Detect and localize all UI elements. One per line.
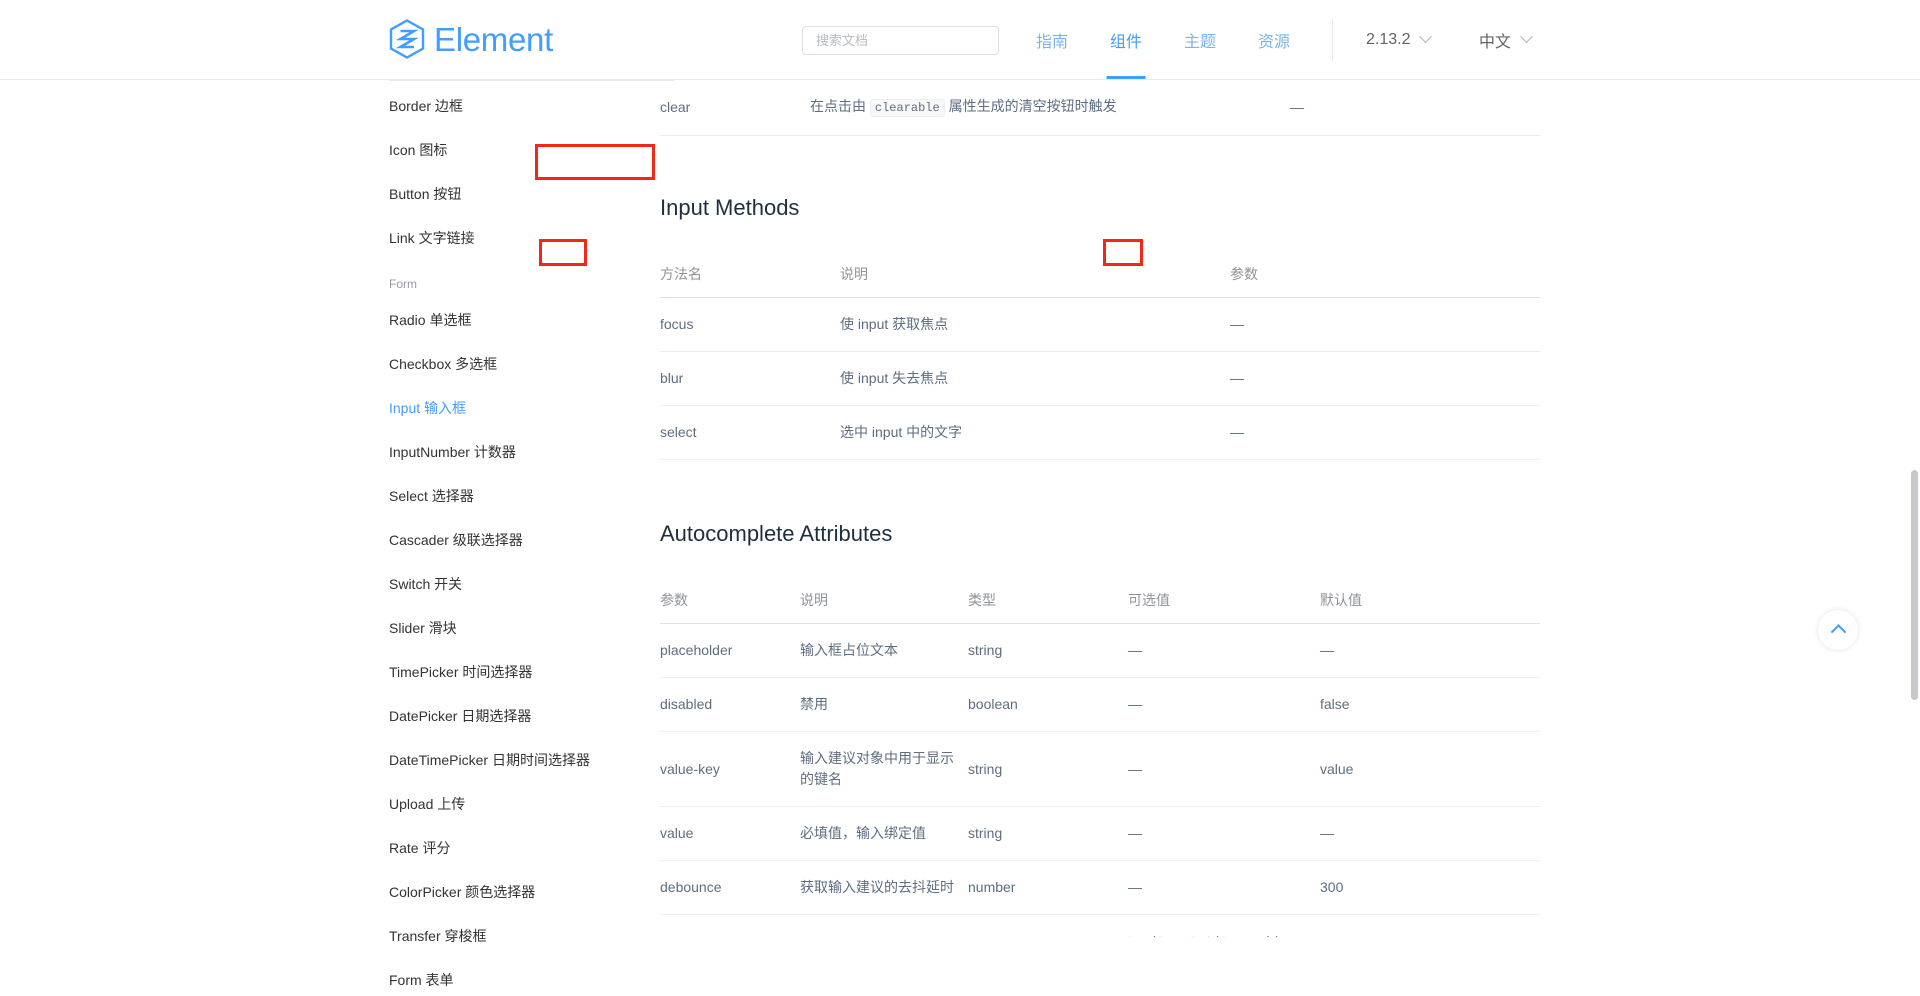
attr-options-cell: top / top-start / top-end / bottom / bot… — [1128, 914, 1320, 937]
chevron-down-icon — [1520, 30, 1533, 44]
attr-default-cell: bottom-start — [1320, 914, 1540, 937]
table-header-row: 方法名 说明 参数 — [660, 252, 1540, 298]
attr-default-cell: false — [1320, 677, 1540, 732]
version-label: 2.13.2 — [1366, 30, 1411, 48]
attr-desc-cell: 输入建议对象中用于显示的键名 — [800, 731, 968, 807]
attr-desc-cell: 输入框占位文本 — [800, 623, 968, 678]
attr-type-cell: number — [968, 860, 1128, 915]
sidebar: Border 边框 Icon 图标 Button 按钮 Link 文字链接 Fo… — [0, 80, 674, 988]
arrow-up-icon — [1830, 623, 1846, 640]
col-header-type: 类型 — [968, 578, 1128, 624]
site-header: Element 指南 组件 主题 资源 2.13.2 中文 — [0, 0, 1920, 80]
attr-options-cell: — — [1128, 731, 1320, 807]
sidebar-item-form[interactable]: Form 表单 — [389, 964, 689, 996]
language-label: 中文 — [1479, 33, 1512, 51]
method-name-cell: blur — [660, 351, 840, 406]
page-scrollbar[interactable] — [1911, 470, 1918, 700]
attr-param-cell: placeholder — [660, 623, 800, 678]
col-header-desc: 说明 — [800, 578, 968, 624]
table-header-row: 参数 说明 类型 可选值 默认值 — [660, 578, 1540, 624]
main-content: clear 在点击由 clearable 属性生成的清空按钮时触发 — Inpu… — [530, 80, 1920, 937]
table-row: disabled 禁用 boolean — false — [660, 677, 1540, 732]
table-row: debounce 获取输入建议的去抖延时 number — 300 — [660, 860, 1540, 915]
event-params-cell: — — [1290, 80, 1540, 136]
event-name-cell: clear — [660, 80, 810, 136]
attr-desc-cell: 菜单弹出位置 — [800, 914, 968, 937]
autocomplete-attributes-table: 参数 说明 类型 可选值 默认值 placeholder 输入框占位文本 str… — [660, 578, 1540, 937]
table-row: clear 在点击由 clearable 属性生成的清空按钮时触发 — — [660, 80, 1540, 136]
site-logo[interactable]: Element — [389, 14, 553, 64]
col-header-method: 方法名 — [660, 252, 840, 298]
table-row: value-key 输入建议对象中用于显示的键名 string — value — [660, 731, 1540, 807]
attr-type-cell: boolean — [968, 677, 1128, 732]
table-row: focus 使 input 获取焦点 — — [660, 297, 1540, 352]
attr-desc-cell: 禁用 — [800, 677, 968, 732]
back-to-top-button[interactable] — [1818, 610, 1858, 650]
col-header-desc: 说明 — [840, 252, 1230, 298]
attr-param-cell: value-key — [660, 731, 800, 807]
version-selector[interactable]: 2.13.2 — [1366, 0, 1433, 79]
table-row: blur 使 input 失去焦点 — — [660, 351, 1540, 406]
event-desc-before: 在点击由 — [810, 98, 866, 114]
attr-type-cell: string — [968, 806, 1128, 861]
col-header-params: 参数 — [1230, 252, 1540, 298]
table-row: placeholder 输入框占位文本 string — — — [660, 623, 1540, 678]
method-params-cell: — — [1230, 351, 1540, 406]
table-row: select 选中 input 中的文字 — — [660, 405, 1540, 460]
element-hexagon-logo-icon — [389, 19, 425, 59]
attr-type-cell: string — [968, 623, 1128, 678]
attr-param-cell: placement — [660, 914, 800, 937]
search-input[interactable] — [814, 32, 987, 49]
attr-options-cell: — — [1128, 860, 1320, 915]
attr-param-cell: debounce — [660, 860, 800, 915]
method-desc-cell: 选中 input 中的文字 — [840, 405, 1230, 460]
nav-item-components[interactable]: 组件 — [1089, 0, 1163, 79]
attr-type-cell: string — [968, 731, 1128, 807]
attr-options-cell: — — [1128, 623, 1320, 678]
attr-desc-cell: 必填值，输入绑定值 — [800, 806, 968, 861]
language-selector[interactable]: 中文 — [1479, 0, 1533, 79]
method-desc-cell: 使 input 失去焦点 — [840, 351, 1230, 406]
col-header-default: 默认值 — [1320, 578, 1540, 624]
method-params-cell: — — [1230, 405, 1540, 460]
header-divider — [1332, 19, 1333, 61]
nav-item-guide[interactable]: 指南 — [1015, 0, 1089, 79]
attr-param-cell: disabled — [660, 677, 800, 732]
event-desc-cell: 在点击由 clearable 属性生成的清空按钮时触发 — [810, 80, 1290, 136]
table-row: placement 菜单弹出位置 string top / top-start … — [660, 914, 1540, 937]
attr-options-cell: — — [1128, 806, 1320, 861]
section-heading-input-methods: Input Methods — [660, 195, 800, 220]
attr-default-cell: value — [1320, 731, 1540, 807]
input-events-table-tail: clear 在点击由 clearable 属性生成的清空按钮时触发 — — [660, 80, 1540, 136]
method-desc-cell: 使 input 获取焦点 — [840, 297, 1230, 352]
method-params-cell: — — [1230, 297, 1540, 352]
col-header-options: 可选值 — [1128, 578, 1320, 624]
table-row: value 必填值，输入绑定值 string — — — [660, 806, 1540, 861]
primary-nav: 指南 组件 主题 资源 — [1015, 0, 1311, 79]
chevron-down-icon — [1419, 30, 1433, 44]
nav-item-resource[interactable]: 资源 — [1237, 0, 1311, 79]
attr-default-cell: — — [1320, 623, 1540, 678]
attr-desc-cell: 获取输入建议的去抖延时 — [800, 860, 968, 915]
logo-text: Element — [434, 20, 553, 58]
event-desc-after: 属性生成的清空按钮时触发 — [948, 98, 1117, 114]
method-name-cell: focus — [660, 297, 840, 352]
section-heading-autocomplete-attributes: Autocomplete Attributes — [660, 521, 893, 546]
attr-type-cell: string — [968, 914, 1128, 937]
event-desc-code: clearable — [869, 99, 945, 117]
nav-item-theme[interactable]: 主题 — [1163, 0, 1237, 79]
search-input-wrapper[interactable] — [802, 26, 999, 55]
doc-content: clear 在点击由 clearable 属性生成的清空按钮时触发 — Inpu… — [660, 80, 1540, 937]
attr-default-cell: — — [1320, 806, 1540, 861]
attr-default-cell: 300 — [1320, 860, 1540, 915]
attr-param-cell: value — [660, 806, 800, 861]
col-header-param: 参数 — [660, 578, 800, 624]
attr-options-cell: — — [1128, 677, 1320, 732]
input-methods-table: 方法名 说明 参数 focus 使 input 获取焦点 — blur 使 in… — [660, 252, 1540, 460]
method-name-cell: select — [660, 405, 840, 460]
